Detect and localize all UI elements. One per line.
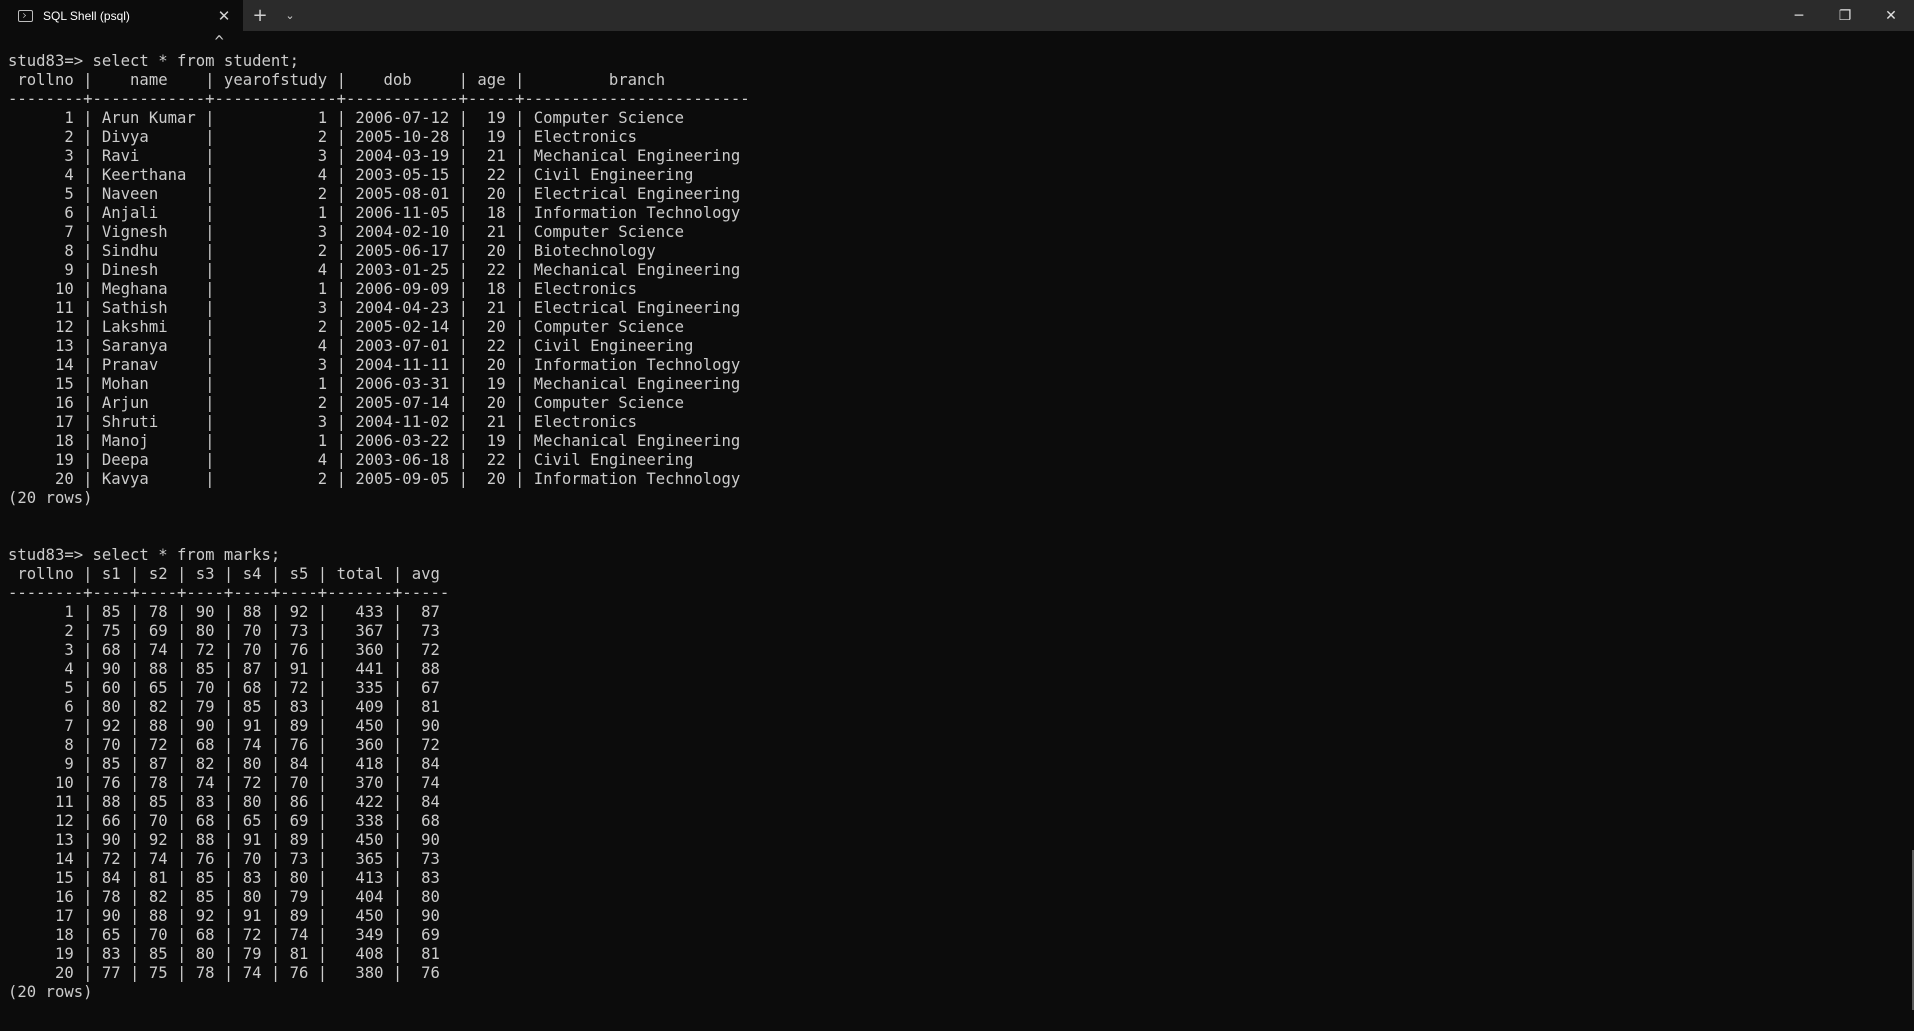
terminal-output[interactable]: ^ stud83=> select * from student; rollno … [8,33,1898,1028]
terminal-line: 18 | Manoj | 1 | 2006-03-22 | 19 | Mecha… [8,432,741,450]
terminal-line: 19 | 83 | 85 | 80 | 79 | 81 | 408 | 81 [8,945,440,963]
terminal-line: 2 | Divya | 2 | 2005-10-28 | 19 | Electr… [8,128,638,146]
terminal-line: 6 | 80 | 82 | 79 | 85 | 83 | 409 | 81 [8,698,440,716]
terminal-line: (20 rows) [8,983,93,1001]
terminal-line: 16 | 78 | 82 | 85 | 80 | 79 | 404 | 80 [8,888,440,906]
tab-sql-shell[interactable]: SQL Shell (psql) ✕ [0,0,243,31]
terminal-line: rollno | s1 | s2 | s3 | s4 | s5 | total … [8,565,440,583]
terminal-line: 11 | 88 | 85 | 83 | 80 | 86 | 422 | 84 [8,793,440,811]
close-window-button[interactable]: ✕ [1868,0,1914,31]
terminal-line: 3 | 68 | 74 | 72 | 70 | 76 | 360 | 72 [8,641,440,659]
title-bar-drag-area[interactable] [303,0,1776,31]
terminal-line: stud83=> select * from marks; [8,546,281,564]
terminal-line: 19 | Deepa | 4 | 2003-06-18 | 22 | Civil… [8,451,694,469]
terminal-line: 13 | Saranya | 4 | 2003-07-01 | 22 | Civ… [8,337,694,355]
terminal-icon [18,9,33,22]
terminal-line: rollno | name | yearofstudy | dob | age … [8,71,666,89]
terminal-line: 3 | Ravi | 3 | 2004-03-19 | 21 | Mechani… [8,147,741,165]
terminal-line: 8 | Sindhu | 2 | 2005-06-17 | 20 | Biote… [8,242,656,260]
terminal-line: 15 | 84 | 81 | 85 | 83 | 80 | 413 | 83 [8,869,440,887]
title-bar: SQL Shell (psql) ✕ + ⌄ ─ ❐ ✕ [0,0,1914,31]
terminal-line: 10 | Meghana | 1 | 2006-09-09 | 18 | Ele… [8,280,638,298]
terminal-line: 14 | Pranav | 3 | 2004-11-11 | 20 | Info… [8,356,741,374]
chevron-down-icon[interactable]: ⌄ [277,0,303,31]
terminal-line: (20 rows) [8,489,93,507]
terminal-line: 17 | Shruti | 3 | 2004-11-02 | 21 | Elec… [8,413,638,431]
terminal-line: 17 | 90 | 88 | 92 | 91 | 89 | 450 | 90 [8,907,440,925]
terminal-line: 2 | 75 | 69 | 80 | 70 | 73 | 367 | 73 [8,622,440,640]
terminal-line: 5 | 60 | 65 | 70 | 68 | 72 | 335 | 67 [8,679,440,697]
terminal-line: 4 | 90 | 88 | 85 | 87 | 91 | 441 | 88 [8,660,440,678]
terminal-line: 11 | Sathish | 3 | 2004-04-23 | 21 | Ele… [8,299,741,317]
tab-title: SQL Shell (psql) [43,8,130,23]
terminal-line: 20 | Kavya | 2 | 2005-09-05 | 20 | Infor… [8,470,741,488]
terminal-line: 8 | 70 | 72 | 68 | 74 | 76 | 360 | 72 [8,736,440,754]
terminal-line: 9 | 85 | 87 | 82 | 80 | 84 | 418 | 84 [8,755,440,773]
terminal-line: 14 | 72 | 74 | 76 | 70 | 73 | 365 | 73 [8,850,440,868]
terminal-line: 10 | 76 | 78 | 74 | 72 | 70 | 370 | 74 [8,774,440,792]
minimize-button[interactable]: ─ [1776,0,1822,31]
terminal-line: 1 | 85 | 78 | 90 | 88 | 92 | 433 | 87 [8,603,440,621]
terminal-line: stud83=> select * from student; [8,52,300,70]
terminal-line: 4 | Keerthana | 4 | 2003-05-15 | 22 | Ci… [8,166,694,184]
terminal-line: 16 | Arjun | 2 | 2005-07-14 | 20 | Compu… [8,394,684,412]
terminal-line: 7 | Vignesh | 3 | 2004-02-10 | 21 | Comp… [8,223,684,241]
terminal-line: 15 | Mohan | 1 | 2006-03-31 | 19 | Mecha… [8,375,741,393]
terminal-line: 6 | Anjali | 1 | 2006-11-05 | 18 | Infor… [8,204,741,222]
terminal-line: 20 | 77 | 75 | 78 | 74 | 76 | 380 | 76 [8,964,440,982]
new-tab-button[interactable]: + [243,0,277,31]
terminal-line: 1 | Arun Kumar | 1 | 2006-07-12 | 19 | C… [8,109,684,127]
terminal-line: --------+------------+-------------+----… [8,90,750,108]
terminal-line: 9 | Dinesh | 4 | 2003-01-25 | 22 | Mecha… [8,261,741,279]
restore-button[interactable]: ❐ [1822,0,1868,31]
terminal-line: 5 | Naveen | 2 | 2005-08-01 | 20 | Elect… [8,185,741,203]
terminal-line: ^ [8,33,224,51]
terminal-line: 18 | 65 | 70 | 68 | 72 | 74 | 349 | 69 [8,926,440,944]
terminal-line: 12 | Lakshmi | 2 | 2005-02-14 | 20 | Com… [8,318,684,336]
close-tab-icon[interactable]: ✕ [209,7,239,25]
terminal-line: 7 | 92 | 88 | 90 | 91 | 89 | 450 | 90 [8,717,440,735]
terminal-line: 13 | 90 | 92 | 88 | 91 | 89 | 450 | 90 [8,831,440,849]
terminal-line: --------+----+----+----+----+----+------… [8,584,450,602]
terminal-line: 12 | 66 | 70 | 68 | 65 | 69 | 338 | 68 [8,812,440,830]
